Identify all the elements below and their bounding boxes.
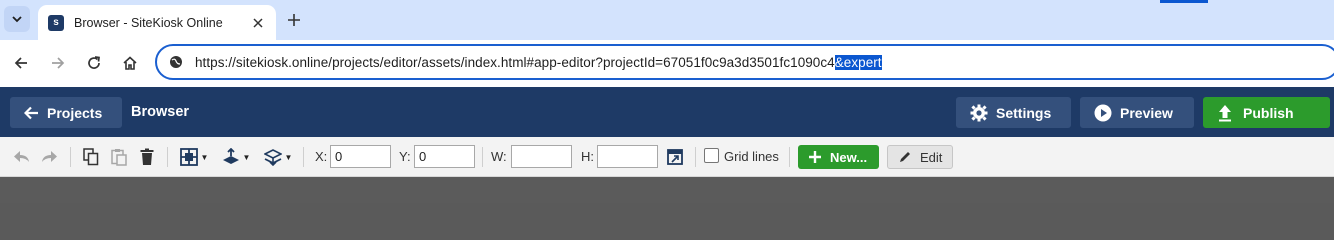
x-input[interactable] xyxy=(330,145,391,168)
position-dropdown[interactable]: ▼ xyxy=(178,147,210,167)
site-info-globe-icon[interactable] xyxy=(167,53,185,71)
browser-tab-active[interactable]: s Browser - SiteKiosk Online xyxy=(38,5,276,40)
w-label: W: xyxy=(491,149,507,164)
arrow-left-icon xyxy=(24,106,38,119)
browser-tab-strip: s Browser - SiteKiosk Online xyxy=(0,0,1334,40)
app-header: Projects Browser Settings Preview Publis… xyxy=(0,87,1334,137)
page-title: Browser xyxy=(131,104,190,120)
new-tab-plus-icon[interactable] xyxy=(282,8,306,32)
browser-nav-bar: https://sitekiosk.online/projects/editor… xyxy=(0,40,1334,87)
projects-back-label: Projects xyxy=(47,104,103,121)
reload-icon[interactable] xyxy=(81,50,107,76)
width-input[interactable] xyxy=(511,145,572,168)
url-plain-text: https://sitekiosk.online/projects/editor… xyxy=(195,54,835,70)
y-label: Y: xyxy=(399,149,411,164)
toolbar-separator xyxy=(789,147,790,167)
gear-icon xyxy=(970,104,988,121)
caret-down-icon: ▼ xyxy=(284,152,293,162)
gridlines-checkbox[interactable] xyxy=(704,148,719,163)
pencil-icon xyxy=(900,152,910,162)
settings-button[interactable]: Settings xyxy=(956,97,1071,128)
forward-arrow-icon[interactable] xyxy=(45,50,71,76)
toolbar-separator xyxy=(303,147,304,167)
tab-title: Browser - SiteKiosk Online xyxy=(74,15,223,30)
play-circle-icon xyxy=(1094,104,1112,121)
toolbar-separator xyxy=(482,147,483,167)
window-accent-bar xyxy=(1160,0,1208,3)
new-element-label: New... xyxy=(830,149,868,165)
toolbar-separator xyxy=(70,147,71,167)
chevron-down-icon xyxy=(12,16,22,23)
settings-label: Settings xyxy=(996,104,1052,121)
h-label: H: xyxy=(581,149,594,164)
sitekiosk-favicon-icon: s xyxy=(48,14,64,31)
fit-size-icon[interactable] xyxy=(665,147,685,167)
height-input[interactable] xyxy=(597,145,658,168)
toolbar-separator xyxy=(167,147,168,167)
undo-icon[interactable] xyxy=(12,147,32,167)
plus-icon xyxy=(809,151,821,163)
publish-label: Publish xyxy=(1243,104,1294,121)
projects-back-button[interactable]: Projects xyxy=(10,97,122,128)
edit-label: Edit xyxy=(920,149,943,165)
y-input[interactable] xyxy=(414,145,475,168)
publish-button[interactable]: Publish xyxy=(1203,97,1330,128)
url-text[interactable]: https://sitekiosk.online/projects/editor… xyxy=(195,54,882,70)
layer-backward-dropdown[interactable]: ▼ xyxy=(262,147,294,167)
back-arrow-icon[interactable] xyxy=(8,50,34,76)
home-icon[interactable] xyxy=(117,50,143,76)
upload-icon xyxy=(1219,104,1231,121)
toolbar-separator xyxy=(695,147,696,167)
address-bar[interactable]: https://sitekiosk.online/projects/editor… xyxy=(155,44,1334,80)
copy-icon[interactable] xyxy=(81,147,101,167)
tab-close-icon[interactable] xyxy=(250,15,266,31)
url-selected-text: &expert xyxy=(834,54,882,70)
x-label: X: xyxy=(315,149,328,164)
gridlines-label: Grid lines xyxy=(724,149,779,164)
send-backward-icon xyxy=(263,149,282,166)
layer-forward-dropdown[interactable]: ▼ xyxy=(220,147,252,167)
new-element-button[interactable]: New... xyxy=(798,145,879,169)
paste-icon[interactable] xyxy=(109,147,129,167)
editor-canvas[interactable] xyxy=(0,177,1334,203)
tab-search-button[interactable] xyxy=(4,6,30,32)
editor-toolbar: ▼ ▼ ▼ X: Y: W: H: Grid lines New... Edit xyxy=(0,137,1334,177)
redo-icon[interactable] xyxy=(39,147,59,167)
trash-icon[interactable] xyxy=(137,147,157,167)
caret-down-icon: ▼ xyxy=(200,152,209,162)
align-position-icon xyxy=(179,148,198,166)
edit-button[interactable]: Edit xyxy=(887,145,953,169)
bring-forward-icon xyxy=(222,148,239,164)
preview-button[interactable]: Preview xyxy=(1080,97,1194,128)
caret-down-icon: ▼ xyxy=(242,152,251,162)
preview-label: Preview xyxy=(1120,104,1173,121)
